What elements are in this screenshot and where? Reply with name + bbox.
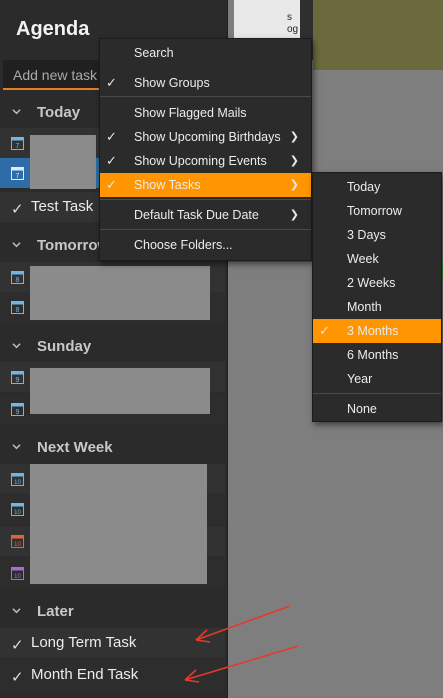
- calendar-icon: 10: [11, 535, 24, 548]
- menu-item-label: Show Groups: [134, 76, 210, 90]
- submenu-item-tomorrow[interactable]: Tomorrow: [313, 199, 441, 223]
- svg-text:8: 8: [16, 307, 20, 314]
- submenu-item-label: Year: [347, 372, 373, 386]
- calendar-icon: 10: [11, 567, 24, 580]
- svg-text:7: 7: [16, 143, 20, 150]
- menu-item-show-groups[interactable]: ✓ Show Groups: [100, 71, 311, 95]
- svg-text:10: 10: [14, 480, 21, 486]
- calendar-icon: 10: [11, 473, 24, 486]
- redacted-content: [30, 266, 210, 320]
- calendar-icon: 8: [11, 301, 24, 314]
- redacted-content: [30, 368, 210, 414]
- submenu-item-label: 3 Months: [347, 324, 399, 338]
- menu-item-label: Search: [134, 46, 174, 60]
- menu-item-label: Show Flagged Mails: [134, 106, 247, 120]
- menu-item-choose-folders[interactable]: Choose Folders...: [100, 233, 311, 257]
- chevron-down-icon[interactable]: [12, 107, 21, 116]
- svg-text:10: 10: [14, 574, 21, 580]
- svg-text:9: 9: [16, 377, 20, 384]
- menu-separator: [100, 199, 311, 200]
- calendar-icon: 10: [11, 503, 24, 516]
- submenu-item-label: Week: [347, 252, 379, 266]
- menu-separator: [100, 96, 311, 97]
- background-text-fragment: s og: [287, 12, 299, 35]
- chevron-right-icon: ❯: [289, 209, 299, 221]
- checkmark-icon[interactable]: ✓: [11, 636, 24, 654]
- menu-item-label: Show Upcoming Birthdays: [134, 130, 281, 144]
- group-label: Later: [37, 603, 74, 620]
- calendar-icon: 7: [11, 137, 24, 150]
- checkmark-icon: ✓: [106, 153, 117, 168]
- group-header-sunday[interactable]: Sunday: [0, 335, 227, 361]
- checkmark-icon: ✓: [106, 177, 117, 192]
- chevron-right-icon: ❯: [289, 155, 299, 167]
- redacted-content: [30, 464, 207, 584]
- svg-text:9: 9: [16, 409, 20, 416]
- task-label: Test Task: [31, 198, 94, 215]
- submenu-item-3-days[interactable]: 3 Days: [313, 223, 441, 247]
- calendar-icon: 9: [11, 371, 24, 384]
- submenu-item-label: None: [347, 402, 377, 416]
- chevron-down-icon[interactable]: [12, 442, 21, 451]
- task-label: Month End Task: [31, 666, 139, 683]
- submenu-item-label: 3 Days: [347, 228, 386, 242]
- task-row[interactable]: ✓ Month End Task: [0, 660, 225, 690]
- group-header-next-week[interactable]: Next Week: [0, 436, 227, 462]
- group-label: Next Week: [37, 439, 113, 456]
- chevron-right-icon: ❯: [289, 131, 299, 143]
- submenu-item-year[interactable]: Year: [313, 367, 441, 391]
- submenu-item-3-months[interactable]: ✓ 3 Months: [313, 319, 441, 343]
- background-region: [313, 0, 443, 70]
- group-header-later[interactable]: Later: [0, 600, 227, 626]
- submenu-item-2-weeks[interactable]: 2 Weeks: [313, 271, 441, 295]
- menu-item-label: Default Task Due Date: [134, 208, 259, 222]
- task-label: Long Term Task: [31, 634, 137, 651]
- submenu-item-label: 2 Weeks: [347, 276, 396, 290]
- chevron-right-icon: ❯: [289, 179, 299, 191]
- svg-text:10: 10: [14, 542, 21, 548]
- chevron-down-icon[interactable]: [12, 606, 21, 615]
- submenu-item-week[interactable]: Week: [313, 247, 441, 271]
- checkmark-icon[interactable]: ✓: [11, 668, 24, 686]
- submenu-item-none[interactable]: None: [313, 397, 441, 421]
- submenu-item-month[interactable]: Month: [313, 295, 441, 319]
- menu-item-show-flagged-mails[interactable]: Show Flagged Mails: [100, 101, 311, 125]
- menu-item-label: Show Upcoming Events: [134, 154, 267, 168]
- menu-item-default-task-due-date[interactable]: Default Task Due Date ❯: [100, 203, 311, 227]
- submenu-item-label: Month: [347, 300, 382, 314]
- menu-item-show-tasks[interactable]: ✓ Show Tasks ❯: [100, 173, 311, 197]
- tasks-submenu: Today Tomorrow 3 Days Week 2 Weeks Month…: [312, 172, 442, 422]
- calendar-icon: 8: [11, 271, 24, 284]
- checkmark-icon: ✓: [106, 75, 117, 90]
- checkmark-icon[interactable]: ✓: [11, 200, 24, 218]
- chevron-down-icon[interactable]: [12, 341, 21, 350]
- menu-separator: [100, 229, 311, 230]
- group-label: Sunday: [37, 338, 92, 355]
- context-menu: Search ✓ Show Groups Show Flagged Mails …: [99, 38, 312, 261]
- redacted-content: [30, 135, 96, 189]
- calendar-icon: 7: [11, 167, 24, 180]
- menu-item-show-upcoming-birthdays[interactable]: ✓ Show Upcoming Birthdays ❯: [100, 125, 311, 149]
- submenu-item-label: Today: [347, 180, 381, 194]
- menu-item-label: Choose Folders...: [134, 238, 233, 252]
- svg-text:8: 8: [16, 277, 20, 284]
- menu-item-label: Show Tasks: [134, 178, 201, 192]
- checkmark-icon: ✓: [319, 323, 330, 338]
- calendar-icon: 9: [11, 403, 24, 416]
- submenu-item-label: Tomorrow: [347, 204, 402, 218]
- submenu-item-today[interactable]: Today: [313, 175, 441, 199]
- agenda-title: Agenda: [16, 18, 90, 40]
- menu-separator: [313, 393, 441, 394]
- svg-text:7: 7: [16, 173, 20, 180]
- menu-item-show-upcoming-events[interactable]: ✓ Show Upcoming Events ❯: [100, 149, 311, 173]
- task-row[interactable]: ✓ Long Term Task: [0, 628, 225, 658]
- submenu-item-6-months[interactable]: 6 Months: [313, 343, 441, 367]
- menu-item-search[interactable]: Search: [100, 41, 311, 65]
- svg-text:10: 10: [14, 510, 21, 516]
- checkmark-icon: ✓: [106, 129, 117, 144]
- chevron-down-icon[interactable]: [12, 240, 21, 249]
- group-label: Today: [37, 104, 81, 121]
- submenu-item-label: 6 Months: [347, 348, 399, 362]
